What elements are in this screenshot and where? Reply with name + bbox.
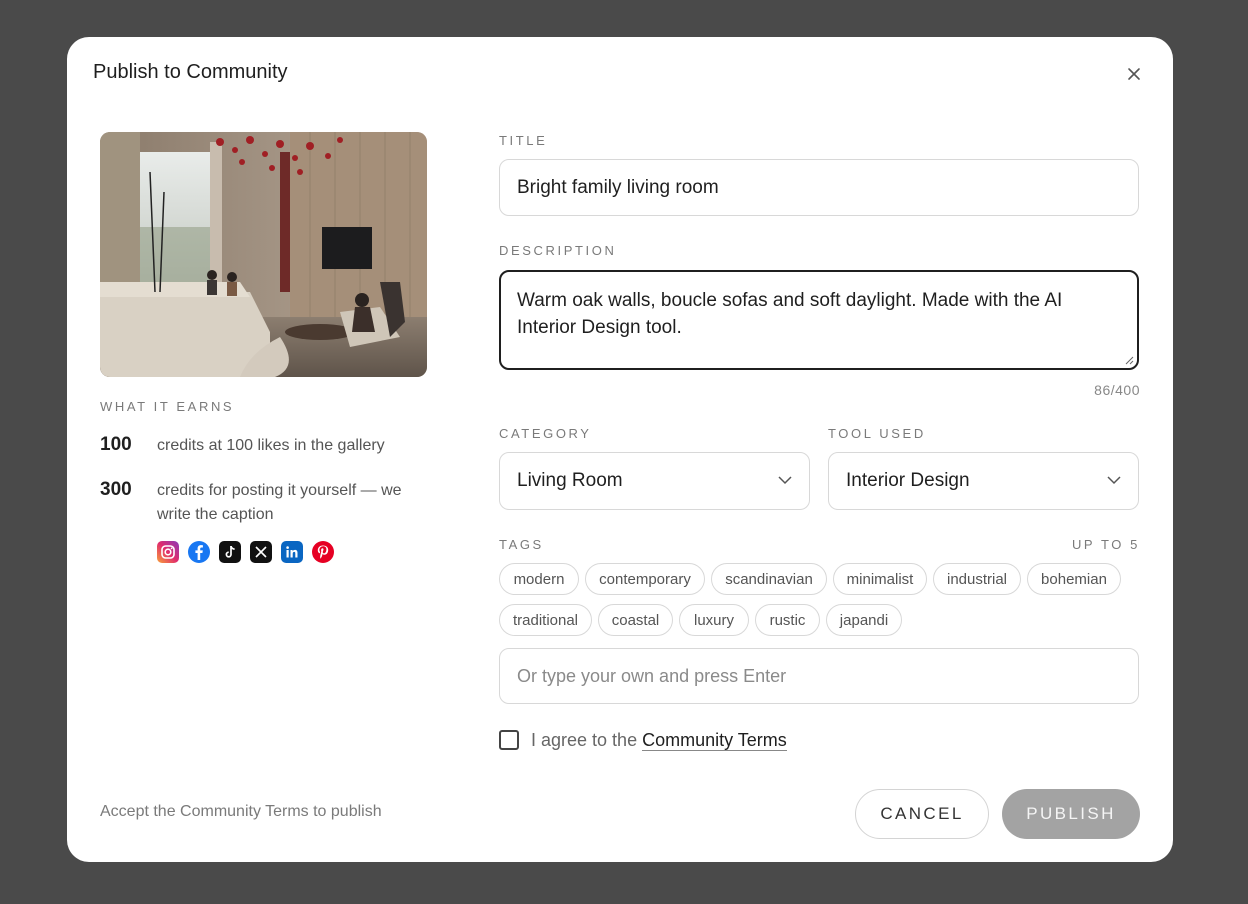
earning-amount: 100	[100, 434, 132, 455]
social-icons	[157, 541, 334, 563]
tag-chip[interactable]: bohemian	[1027, 563, 1121, 595]
close-icon	[1128, 68, 1140, 80]
description-value: Warm oak walls, boucle sofas and soft da…	[517, 290, 1063, 338]
linkedin-icon	[281, 541, 303, 563]
publish-hint: Accept the Community Terms to publish	[100, 803, 382, 820]
agree-prefix: I agree to the	[531, 730, 643, 750]
facebook-icon	[188, 541, 210, 563]
tags-label: TAGS	[499, 537, 544, 552]
description-label: DESCRIPTION	[499, 243, 617, 258]
earning-amount: 300	[100, 479, 132, 500]
agree-checkbox[interactable]	[499, 730, 519, 750]
title-input-value: Bright family living room	[517, 176, 719, 198]
tag-chip[interactable]: japandi	[826, 604, 902, 636]
publish-modal: Publish to Community WHAT IT EARNS 100 c…	[67, 37, 1173, 862]
preview-image	[100, 132, 427, 377]
category-label: CATEGORY	[499, 426, 592, 441]
category-value: Living Room	[517, 470, 623, 491]
agree-text: I agree to the Community Terms	[531, 730, 787, 751]
instagram-icon	[157, 541, 179, 563]
x-icon	[250, 541, 272, 563]
modal-title: Publish to Community	[93, 61, 288, 83]
earning-description: credits at 100 likes in the gallery	[157, 437, 385, 454]
earning-description: credits for posting it yourself — we wri…	[157, 482, 402, 523]
description-textarea[interactable]: Warm oak walls, boucle sofas and soft da…	[499, 270, 1139, 370]
description-counter: 86/400	[1094, 382, 1140, 398]
tag-chip[interactable]: industrial	[933, 563, 1021, 595]
earning-row: 300 credits for posting it yourself — we…	[100, 479, 427, 527]
tag-chip[interactable]: contemporary	[585, 563, 705, 595]
tool-select[interactable]: Interior Design	[828, 452, 1139, 510]
earning-row: 100 credits at 100 likes in the gallery	[100, 434, 427, 458]
chevron-down-icon	[1107, 476, 1121, 485]
custom-tag-input[interactable]: Or type your own and press Enter	[499, 648, 1139, 704]
tool-value: Interior Design	[846, 470, 970, 491]
tag-chip[interactable]: coastal	[598, 604, 673, 636]
earnings-label: WHAT IT EARNS	[100, 399, 235, 414]
resize-handle-icon[interactable]	[1124, 355, 1134, 365]
title-input[interactable]: Bright family living room	[499, 159, 1139, 216]
tool-label: TOOL USED	[828, 426, 926, 441]
tags-limit: UP TO 5	[1071, 537, 1140, 552]
tag-chip[interactable]: scandinavian	[711, 563, 827, 595]
custom-tag-placeholder: Or type your own and press Enter	[517, 665, 787, 686]
cancel-button[interactable]: CANCEL	[855, 789, 989, 839]
category-select[interactable]: Living Room	[499, 452, 810, 510]
tag-chip[interactable]: modern	[499, 563, 579, 595]
tag-chip[interactable]: minimalist	[833, 563, 927, 595]
chevron-down-icon	[778, 476, 792, 485]
publish-button[interactable]: PUBLISH	[1002, 789, 1140, 839]
pinterest-icon	[312, 541, 334, 563]
tag-chip[interactable]: rustic	[755, 604, 820, 636]
tag-chip[interactable]: traditional	[499, 604, 592, 636]
close-button[interactable]	[1123, 63, 1145, 85]
tag-chip[interactable]: luxury	[679, 604, 749, 636]
tiktok-icon	[219, 541, 241, 563]
community-terms-link[interactable]: Community Terms	[642, 730, 787, 751]
title-label: TITLE	[499, 133, 548, 148]
